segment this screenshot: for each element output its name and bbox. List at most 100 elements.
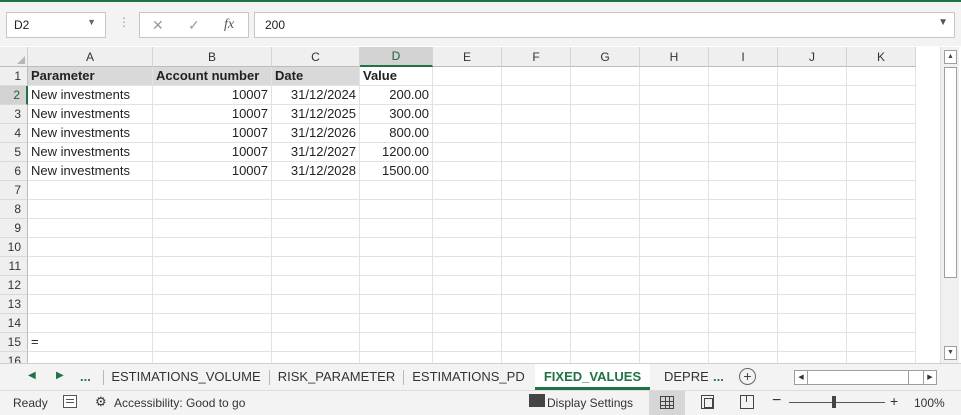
more-tabs-left[interactable]: ... <box>80 369 91 384</box>
column-header-h[interactable]: H <box>640 47 709 67</box>
cell-f9[interactable] <box>502 219 571 238</box>
cell-h6[interactable] <box>640 162 709 181</box>
cell-c11[interactable] <box>272 257 360 276</box>
cell-i2[interactable] <box>709 86 778 105</box>
cell-j14[interactable] <box>778 314 847 333</box>
cell-j15[interactable] <box>778 333 847 352</box>
cancel-icon[interactable]: ✕ <box>152 17 164 34</box>
column-header-a[interactable]: A <box>28 47 153 67</box>
cell-j13[interactable] <box>778 295 847 314</box>
cell-b11[interactable] <box>153 257 272 276</box>
cell-c1[interactable]: Date <box>272 67 360 86</box>
row-header[interactable]: 6 <box>0 162 28 181</box>
cell-k16[interactable] <box>847 352 916 363</box>
cell-d2[interactable]: 200.00 <box>360 86 433 105</box>
cell-j4[interactable] <box>778 124 847 143</box>
row-header[interactable]: 1 <box>0 67 28 86</box>
cell-b2[interactable]: 10007 <box>153 86 272 105</box>
cell-d11[interactable] <box>360 257 433 276</box>
cell-e6[interactable] <box>433 162 502 181</box>
cell-g16[interactable] <box>571 352 640 363</box>
cell-b8[interactable] <box>153 200 272 219</box>
cell-f10[interactable] <box>502 238 571 257</box>
cell-d10[interactable] <box>360 238 433 257</box>
row-header[interactable]: 12 <box>0 276 28 295</box>
cell-g6[interactable] <box>571 162 640 181</box>
row-header[interactable]: 10 <box>0 238 28 257</box>
macro-recording-icon[interactable] <box>63 395 77 408</box>
cell-g9[interactable] <box>571 219 640 238</box>
row-header[interactable]: 9 <box>0 219 28 238</box>
cell-j12[interactable] <box>778 276 847 295</box>
cell-i8[interactable] <box>709 200 778 219</box>
row-header[interactable]: 15 <box>0 333 28 352</box>
cell-c13[interactable] <box>272 295 360 314</box>
zoom-slider-thumb[interactable] <box>832 396 837 408</box>
drag-handle-icon[interactable]: ⋮ <box>118 15 130 29</box>
cell-c4[interactable]: 31/12/2026 <box>272 124 360 143</box>
scroll-right-icon[interactable]: ▶ <box>923 371 936 384</box>
cell-b15[interactable] <box>153 333 272 352</box>
cell-e14[interactable] <box>433 314 502 333</box>
scrollbar-thumb[interactable] <box>944 67 957 278</box>
cell-i10[interactable] <box>709 238 778 257</box>
cell-g5[interactable] <box>571 143 640 162</box>
row-header[interactable]: 14 <box>0 314 28 333</box>
cell-h14[interactable] <box>640 314 709 333</box>
cell-f15[interactable] <box>502 333 571 352</box>
column-header-j[interactable]: J <box>778 47 847 67</box>
column-header-d[interactable]: D <box>360 47 433 67</box>
cell-f12[interactable] <box>502 276 571 295</box>
cell-c15[interactable] <box>272 333 360 352</box>
cell-i7[interactable] <box>709 181 778 200</box>
cell-b10[interactable] <box>153 238 272 257</box>
cell-g1[interactable] <box>571 67 640 86</box>
page-break-view-icon[interactable] <box>740 395 754 409</box>
column-header-c[interactable]: C <box>272 47 360 67</box>
cell-a5[interactable]: New investments <box>28 143 153 162</box>
cell-d5[interactable]: 1200.00 <box>360 143 433 162</box>
cell-f11[interactable] <box>502 257 571 276</box>
cell-k1[interactable] <box>847 67 916 86</box>
cell-i13[interactable] <box>709 295 778 314</box>
cell-g3[interactable] <box>571 105 640 124</box>
cell-k15[interactable] <box>847 333 916 352</box>
tab-estimations-pd[interactable]: ESTIMATIONS_PD <box>404 364 533 390</box>
cell-k9[interactable] <box>847 219 916 238</box>
worksheet-grid[interactable]: ABCDEFGHIJK 1 Parameter Account number Date… <box>0 47 940 363</box>
row-header[interactable]: 13 <box>0 295 28 314</box>
cell-a15[interactable]: = <box>28 333 153 352</box>
cell-i1[interactable] <box>709 67 778 86</box>
cell-e3[interactable] <box>433 105 502 124</box>
cell-j9[interactable] <box>778 219 847 238</box>
cell-j7[interactable] <box>778 181 847 200</box>
cell-i11[interactable] <box>709 257 778 276</box>
cell-j5[interactable] <box>778 143 847 162</box>
cell-k10[interactable] <box>847 238 916 257</box>
cell-i4[interactable] <box>709 124 778 143</box>
cell-f5[interactable] <box>502 143 571 162</box>
row-header[interactable]: 8 <box>0 200 28 219</box>
cell-b14[interactable] <box>153 314 272 333</box>
cell-h4[interactable] <box>640 124 709 143</box>
cell-e4[interactable] <box>433 124 502 143</box>
cell-e7[interactable] <box>433 181 502 200</box>
tab-scroll-right-icon[interactable]: ▶ <box>56 370 64 381</box>
chevron-down-icon[interactable]: ▼ <box>87 17 96 27</box>
accessibility-icon[interactable]: ⚙ <box>95 394 107 410</box>
cell-f2[interactable] <box>502 86 571 105</box>
zoom-in-button[interactable]: + <box>890 393 898 409</box>
row-header[interactable]: 16 <box>0 352 28 363</box>
cell-a8[interactable] <box>28 200 153 219</box>
more-tabs-right[interactable]: ... <box>713 369 724 384</box>
cell-k8[interactable] <box>847 200 916 219</box>
horizontal-scrollbar-thumb[interactable] <box>809 371 909 384</box>
cell-h2[interactable] <box>640 86 709 105</box>
cell-d7[interactable] <box>360 181 433 200</box>
cell-i6[interactable] <box>709 162 778 181</box>
cell-k7[interactable] <box>847 181 916 200</box>
column-header-k[interactable]: K <box>847 47 916 67</box>
cell-k2[interactable] <box>847 86 916 105</box>
column-header-i[interactable]: I <box>709 47 778 67</box>
cell-b4[interactable]: 10007 <box>153 124 272 143</box>
